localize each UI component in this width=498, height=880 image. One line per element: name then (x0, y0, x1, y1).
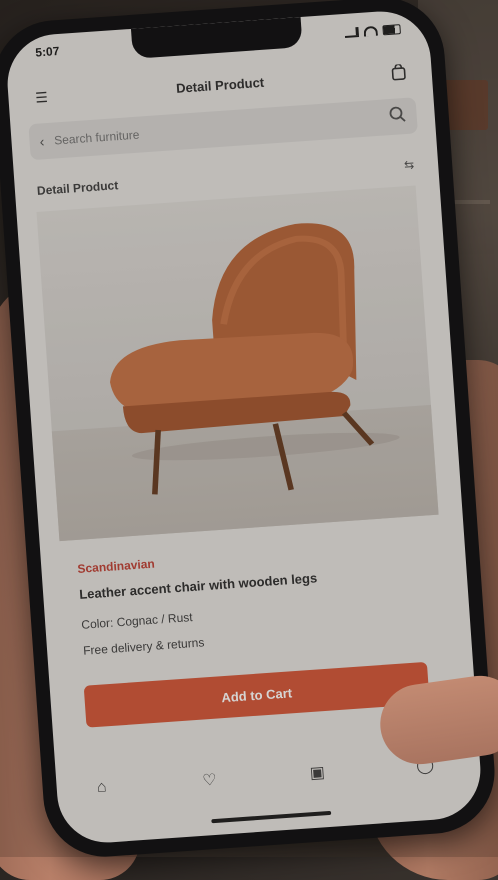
chair-illustration (110, 223, 400, 495)
page-title: Detail Product (175, 74, 265, 96)
product-info: Scandinavian Leather accent chair with w… (77, 538, 432, 670)
back-icon[interactable]: ‹ (39, 133, 45, 149)
status-icons (344, 20, 401, 42)
cart-icon[interactable] (387, 61, 410, 84)
bottom-tab-bar: ⌂ ♡ ▣ ◯ (86, 749, 441, 804)
signal-icon (344, 27, 360, 38)
product-image[interactable] (36, 185, 439, 542)
battery-icon (382, 24, 401, 36)
status-time: 5:07 (34, 43, 60, 60)
wifi-icon (363, 25, 379, 37)
heart-icon[interactable]: ♡ (194, 764, 226, 796)
search-icon[interactable] (388, 104, 408, 128)
menu-icon[interactable]: ☰ (30, 86, 53, 109)
home-indicator (211, 810, 332, 824)
filter-icon[interactable]: ⇆ (404, 158, 415, 173)
bag-icon[interactable]: ▣ (301, 757, 333, 789)
search-input[interactable]: Search furniture (54, 110, 389, 148)
section-label: Detail Product (36, 178, 119, 198)
add-to-cart-button[interactable]: Add to Cart (83, 661, 430, 728)
home-icon[interactable]: ⌂ (86, 772, 118, 804)
